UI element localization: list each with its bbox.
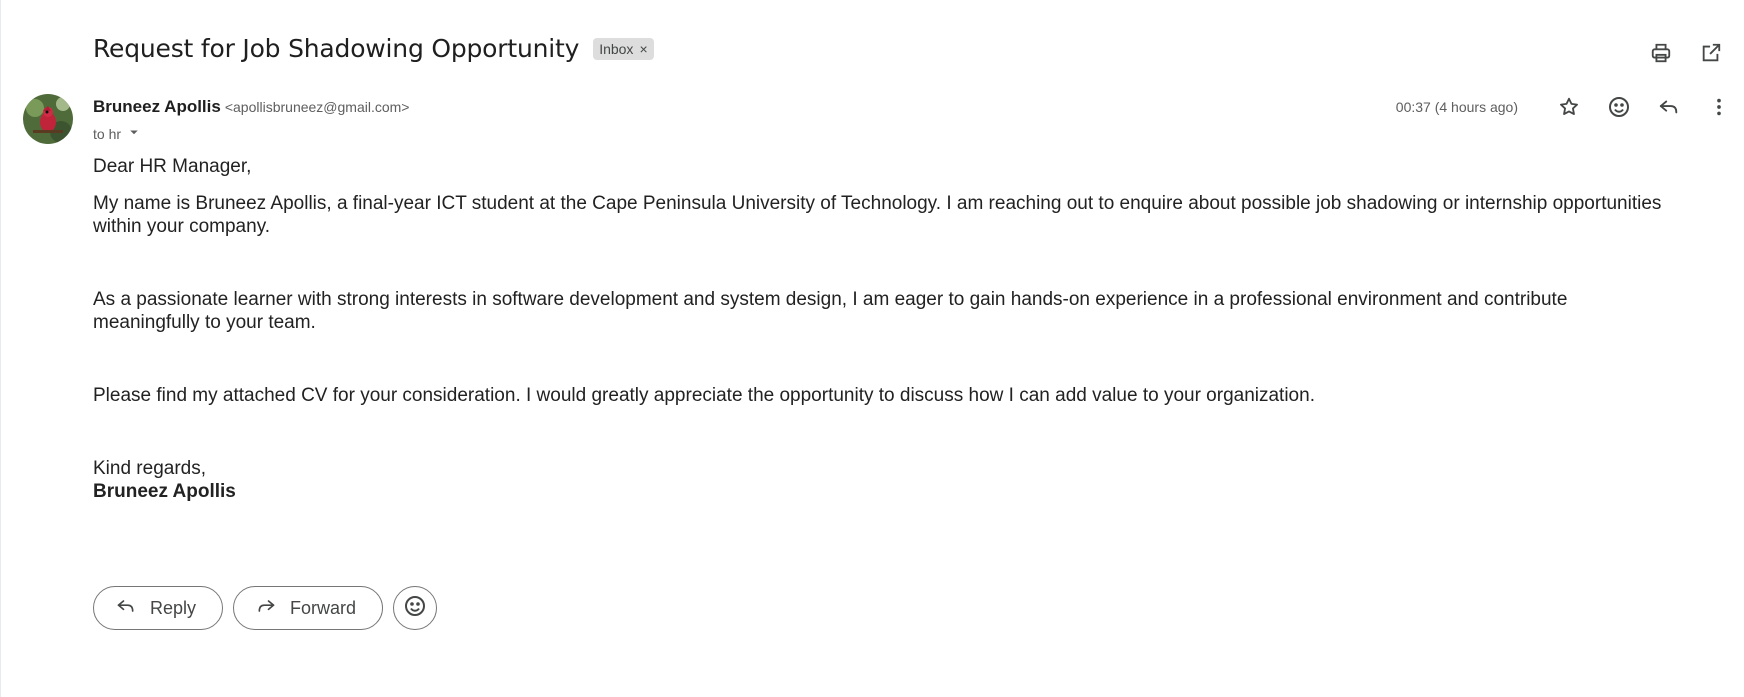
email-closing: Kind regards, [93, 458, 207, 479]
sender-email: <apollisbruneez@gmail.com> [224, 99, 410, 115]
reply-actions: Reply Forward [93, 586, 438, 630]
reply-icon [116, 596, 136, 621]
recipient-text: to hr [93, 125, 122, 142]
emoji-icon [403, 594, 427, 623]
email-paragraph: As a passionate learner with strong inte… [93, 289, 1568, 333]
recipient-details-toggle[interactable]: to hr [93, 123, 409, 144]
print-icon [1650, 42, 1672, 64]
subject-row: Request for Job Shadowing Opportunity In… [93, 34, 654, 63]
message-timestamp: 00:37 (4 hours ago) [1395, 99, 1518, 115]
email-paragraph: My name is Bruneez Apollis, a final-year… [93, 193, 1662, 237]
emoji-icon [1607, 95, 1631, 119]
sender-avatar[interactable] [23, 94, 73, 144]
forward-icon [256, 596, 276, 621]
reply-icon [1658, 96, 1680, 118]
remove-label-button[interactable]: × [639, 41, 647, 57]
sender-info: Bruneez Apollis <apollisbruneez@gmail.co… [93, 97, 409, 144]
forward-button[interactable]: Forward [233, 586, 384, 630]
email-greeting: Dear HR Manager, [93, 156, 252, 177]
reply-button[interactable]: Reply [93, 586, 224, 630]
open-in-new-window-icon [1700, 42, 1722, 64]
chevron-down-icon [125, 123, 143, 144]
message-actions: 00:37 (4 hours ago) [1396, 92, 1734, 122]
thread-actions [1646, 38, 1726, 68]
emoji-reaction-button[interactable] [393, 586, 438, 630]
sender-line: Bruneez Apollis <apollisbruneez@gmail.co… [93, 97, 409, 117]
inbox-label-chip[interactable]: Inbox × [593, 37, 654, 60]
more-vertical-icon [1708, 96, 1730, 118]
more-options-button[interactable] [1704, 92, 1734, 122]
email-signature: Bruneez Apollis [93, 481, 236, 502]
reply-button-label: Reply [150, 597, 197, 618]
email-body: Dear HR Manager, My name is Bruneez Apol… [93, 155, 1673, 503]
email-view: Request for Job Shadowing Opportunity In… [0, 0, 1744, 697]
forward-button-label: Forward [290, 597, 357, 618]
label-text: Inbox [599, 40, 634, 57]
add-reaction-button[interactable] [1604, 92, 1634, 122]
star-button[interactable] [1554, 92, 1584, 122]
sender-name[interactable]: Bruneez Apollis [93, 97, 221, 117]
email-subject: Request for Job Shadowing Opportunity [93, 34, 580, 63]
print-button[interactable] [1646, 38, 1676, 68]
star-icon [1558, 96, 1580, 118]
reply-icon-button[interactable] [1654, 92, 1684, 122]
open-in-new-window-button[interactable] [1696, 38, 1726, 68]
email-paragraph: Please find my attached CV for your cons… [93, 385, 1315, 406]
